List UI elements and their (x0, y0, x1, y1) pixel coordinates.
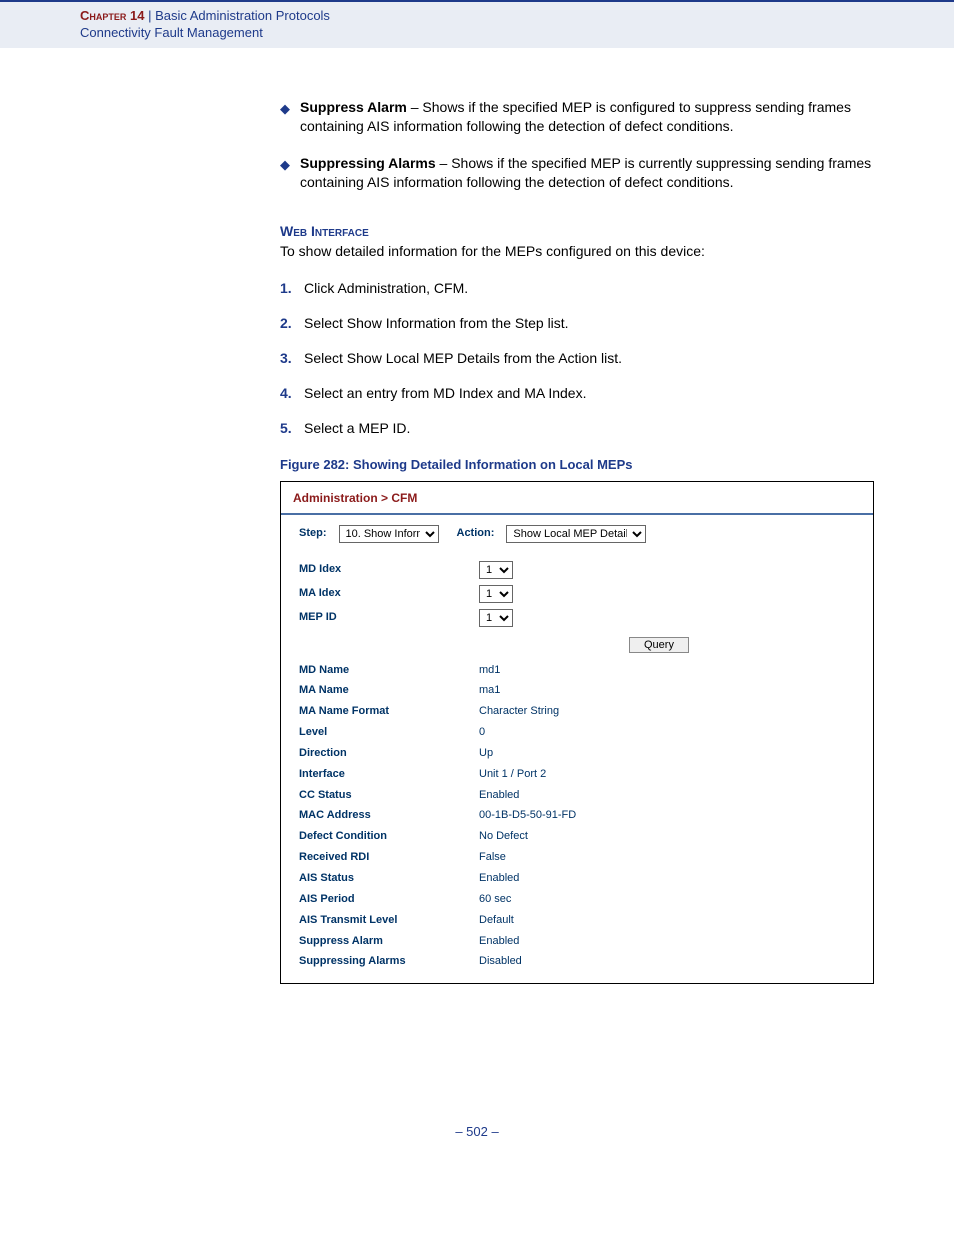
page-header: Chapter 14 | Basic Administration Protoc… (0, 0, 954, 48)
field-value: 60 sec (479, 892, 511, 907)
step-item: 5.Select a MEP ID. (280, 419, 874, 438)
step-item: 2.Select Show Information from the Step … (280, 314, 874, 333)
page-number: – 502 – (0, 1124, 954, 1139)
step-item: 3.Select Show Local MEP Details from the… (280, 349, 874, 368)
field-label: AIS Period (299, 892, 479, 907)
page-content: ◆ Suppress Alarm – Shows if the specifie… (280, 98, 874, 984)
step-text: Select Show Local MEP Details from the A… (304, 349, 622, 368)
field-label: MEP ID (299, 610, 479, 625)
query-button[interactable]: Query (629, 637, 689, 653)
field-label: MA Name Format (299, 704, 479, 719)
ma-index-select[interactable]: 1 (479, 585, 513, 603)
field-label: Suppressing Alarms (299, 954, 479, 969)
field-label: MAC Address (299, 808, 479, 823)
field-value: Disabled (479, 954, 522, 969)
field-value: 0 (479, 725, 485, 740)
field-label: Received RDI (299, 850, 479, 865)
step-number: 3. (280, 349, 304, 368)
field-value: Enabled (479, 788, 519, 803)
bullet-text: Suppress Alarm – Shows if the specified … (300, 98, 874, 136)
step-text: Click Administration, CFM. (304, 279, 468, 298)
step-text: Select Show Information from the Step li… (304, 314, 569, 333)
step-item: 4.Select an entry from MD Index and MA I… (280, 384, 874, 403)
field-label: MD Idex (299, 562, 479, 577)
field-value: No Defect (479, 829, 528, 844)
field-value: Up (479, 746, 493, 761)
md-index-select[interactable]: 1 (479, 561, 513, 579)
top-controls: Step: 10. Show Information Action: Show … (299, 525, 855, 543)
step-number: 2. (280, 314, 304, 333)
chapter-title: Basic Administration Protocols (155, 8, 330, 23)
field-label: Level (299, 725, 479, 740)
field-value: md1 (479, 663, 500, 678)
field-value: Enabled (479, 934, 519, 949)
action-select[interactable]: Show Local MEP Details (506, 525, 646, 543)
diamond-icon: ◆ (280, 156, 290, 192)
field-value: Enabled (479, 871, 519, 886)
bullet-item: ◆ Suppress Alarm – Shows if the specifie… (280, 98, 874, 136)
chapter-separator: | (144, 8, 155, 23)
step-text: Select an entry from MD Index and MA Ind… (304, 384, 586, 403)
bullet-item: ◆ Suppressing Alarms – Shows if the spec… (280, 154, 874, 192)
diamond-icon: ◆ (280, 100, 290, 136)
field-label: Defect Condition (299, 829, 479, 844)
chapter-subtitle: Connectivity Fault Management (80, 25, 954, 40)
step-item: 1.Click Administration, CFM. (280, 279, 874, 298)
field-value: Character String (479, 704, 559, 719)
section-heading: Web Interface (280, 222, 874, 241)
field-value: Default (479, 913, 514, 928)
field-label: MA Idex (299, 586, 479, 601)
step-select[interactable]: 10. Show Information (339, 525, 439, 543)
ui-screenshot: Administration > CFM Step: 10. Show Info… (280, 481, 874, 984)
field-label: Interface (299, 767, 479, 782)
step-text: Select a MEP ID. (304, 419, 410, 438)
field-label: AIS Transmit Level (299, 913, 479, 928)
action-label: Action: (457, 526, 495, 541)
field-label: Direction (299, 746, 479, 761)
figure-caption: Figure 282: Showing Detailed Information… (280, 456, 874, 474)
step-number: 4. (280, 384, 304, 403)
field-value: Unit 1 / Port 2 (479, 767, 546, 782)
field-label: AIS Status (299, 871, 479, 886)
field-value: 00-1B-D5-50-91-FD (479, 808, 576, 823)
field-label: MD Name (299, 663, 479, 678)
field-label: CC Status (299, 788, 479, 803)
field-label: MA Name (299, 683, 479, 698)
chapter-label: Chapter 14 (80, 8, 144, 23)
step-label: Step: (299, 526, 327, 541)
field-value: ma1 (479, 683, 500, 698)
mep-id-select[interactable]: 1 (479, 609, 513, 627)
field-value: False (479, 850, 506, 865)
step-number: 1. (280, 279, 304, 298)
step-number: 5. (280, 419, 304, 438)
intro-text: To show detailed information for the MEP… (280, 242, 874, 261)
bullet-text: Suppressing Alarms – Shows if the specif… (300, 154, 874, 192)
field-label: Suppress Alarm (299, 934, 479, 949)
breadcrumb: Administration > CFM (281, 482, 873, 514)
